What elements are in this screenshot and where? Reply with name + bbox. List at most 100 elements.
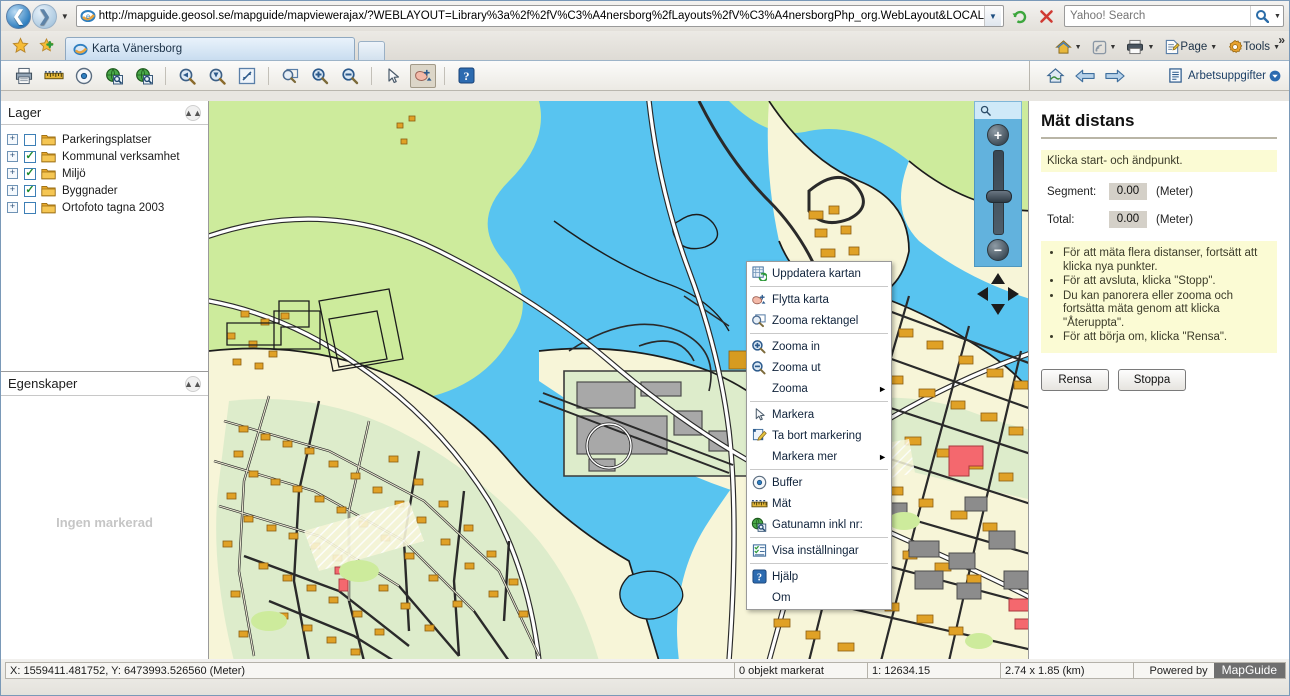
globe-search2-icon [135, 67, 153, 84]
stop-button[interactable] [1034, 4, 1058, 28]
legend-layer-item[interactable]: + Parkeringsplatser [1, 131, 208, 148]
expand-icon[interactable]: + [7, 202, 18, 213]
zoom-rectangle-tool[interactable] [277, 64, 303, 88]
feeds-icon [1092, 40, 1106, 54]
context-menu-item-about[interactable]: Om [747, 587, 891, 608]
history-dropdown-icon[interactable]: ▼ [58, 4, 72, 28]
next-view-button[interactable] [1102, 64, 1128, 88]
address-dropdown-icon[interactable]: ▼ [984, 6, 1001, 26]
search-input[interactable] [1065, 7, 1250, 25]
legend-layer-item[interactable]: + ✓ Kommunal verksamhet [1, 148, 208, 165]
map-viewport[interactable]: + − Uppdatera kartan Flytta karta Zooma … [209, 101, 1029, 659]
browser-tab[interactable]: Karta Vänersborg [65, 37, 355, 60]
context-menu-item-clear-selection[interactable]: Ta bort markering [747, 425, 891, 446]
street-search-tool[interactable] [101, 64, 127, 88]
zoom-slider[interactable]: + − [974, 119, 1022, 267]
properties-empty-text: Ingen markerad [56, 515, 153, 530]
tools-menu-button[interactable]: Tools ▼ [1224, 37, 1283, 57]
page-menu-button[interactable]: Page ▼ [1161, 37, 1220, 57]
pan-down-icon[interactable] [991, 304, 1005, 315]
context-menu-item-help[interactable]: ? Hjälp [747, 566, 891, 587]
favorites-button[interactable] [9, 34, 31, 56]
pan-directional-pad[interactable] [974, 270, 1022, 318]
legend-layer-item[interactable]: + ✓ Byggnader [1, 182, 208, 199]
gear-icon [1229, 40, 1243, 53]
pan-tool[interactable] [410, 63, 436, 88]
context-menu-item-zoom-submenu[interactable]: Zooma ► [747, 378, 891, 399]
total-value: 0.00 [1109, 211, 1147, 228]
back-button[interactable]: ❮ [6, 3, 31, 29]
status-selection-count: 0 objekt markerat [734, 662, 868, 679]
toolbar-separator [165, 66, 166, 85]
home-view-button[interactable] [1042, 64, 1068, 88]
zoom-out-button[interactable]: − [987, 239, 1009, 261]
collapse-chevrons-icon[interactable]: ▲▲ [184, 104, 202, 121]
context-menu-item-select[interactable]: Markera [747, 404, 891, 425]
layer-visibility-checkbox[interactable] [24, 133, 36, 146]
context-menu-item-zoom-rectangle[interactable]: Zooma rektangel [747, 310, 891, 331]
overflow-chevrons-icon[interactable]: » [1278, 33, 1285, 47]
expand-icon[interactable]: + [7, 185, 18, 196]
add-favorite-button[interactable] [35, 34, 57, 56]
zoom-in-tool[interactable] [307, 64, 333, 88]
new-tab-button[interactable] [358, 41, 385, 60]
help-tool[interactable]: ? [453, 64, 479, 88]
expand-icon[interactable]: + [7, 134, 18, 145]
context-menu-item-view-settings[interactable]: Visa inställningar [747, 540, 891, 561]
print-tool[interactable] [11, 64, 37, 88]
legend-layer-item[interactable]: + ✓ Miljö [1, 165, 208, 182]
measure-tool[interactable] [41, 64, 67, 88]
print-button[interactable]: ▼ [1123, 37, 1157, 57]
layer-visibility-checkbox[interactable]: ✓ [24, 167, 36, 180]
layer-visibility-checkbox[interactable] [24, 201, 36, 214]
context-menu-item-street-name[interactable]: Gatunamn inkl nr: [747, 514, 891, 535]
collapse-chevrons-icon[interactable]: ▲▲ [184, 375, 202, 392]
address-search-tool[interactable] [131, 64, 157, 88]
home-button[interactable]: ▼ [1052, 37, 1085, 57]
buffer-tool[interactable] [71, 64, 97, 88]
zoom-next-tool[interactable] [204, 64, 230, 88]
map-canvas[interactable] [209, 101, 1029, 659]
map-search-box[interactable] [974, 101, 1022, 119]
pan-right-icon[interactable] [1008, 287, 1019, 301]
select-tool[interactable] [380, 64, 406, 88]
stop-button[interactable]: Stoppa [1118, 368, 1186, 391]
search-provider-dropdown-icon[interactable]: ▼ [1272, 6, 1283, 26]
context-menu-item-zoom-out[interactable]: Zooma ut [747, 357, 891, 378]
map-context-menu[interactable]: Uppdatera kartan Flytta karta Zooma rekt… [746, 261, 892, 610]
context-menu-label: Mät [772, 497, 792, 510]
zoom-in-button[interactable]: + [987, 124, 1009, 146]
previous-view-button[interactable] [1072, 64, 1098, 88]
zoom-slider-thumb[interactable] [985, 190, 1012, 203]
layer-visibility-checkbox[interactable]: ✓ [24, 150, 36, 163]
feeds-button[interactable]: ▼ [1089, 38, 1120, 57]
search-box[interactable]: ▼ [1064, 5, 1284, 27]
main-content: Lager ▲▲ + Parkeringsplatser + ✓ Kommuna… [1, 101, 1289, 659]
zoom-extent-tool[interactable] [234, 64, 260, 88]
tasks-menu-button[interactable]: Arbetsuppgifter [1168, 68, 1281, 83]
context-menu-item-buffer[interactable]: Buffer [747, 472, 891, 493]
forward-button[interactable]: ❯ [32, 3, 57, 29]
context-menu-item-pan[interactable]: Flytta karta [747, 289, 891, 310]
address-input[interactable]: e http://mapguide.geosol.se/mapguide/map… [75, 5, 1004, 27]
zoom-slider-track[interactable] [985, 150, 1012, 235]
legend-layer-item[interactable]: + Ortofoto tagna 2003 [1, 199, 208, 216]
context-menu-item-measure[interactable]: Mät [747, 493, 891, 514]
ie-favicon-icon [73, 43, 88, 55]
legend-layer-list: + Parkeringsplatser + ✓ Kommunal verksam… [1, 125, 208, 371]
tip-item: För att börja om, klicka "Rensa". [1063, 331, 1269, 345]
context-menu-item-select-more[interactable]: Markera mer ► [747, 446, 891, 467]
pan-up-icon[interactable] [991, 273, 1005, 284]
zoom-previous-tool[interactable] [174, 64, 200, 88]
expand-icon[interactable]: + [7, 151, 18, 162]
clear-button[interactable]: Rensa [1041, 368, 1109, 391]
expand-icon[interactable]: + [7, 168, 18, 179]
layer-visibility-checkbox[interactable]: ✓ [24, 184, 36, 197]
context-menu-item-refresh[interactable]: Uppdatera kartan [747, 263, 891, 284]
folder-icon [41, 168, 56, 180]
zoom-out-tool[interactable] [337, 64, 363, 88]
search-go-button[interactable] [1250, 6, 1272, 26]
pan-left-icon[interactable] [977, 287, 988, 301]
context-menu-item-zoom-in[interactable]: Zooma in [747, 336, 891, 357]
refresh-button[interactable] [1007, 4, 1031, 28]
